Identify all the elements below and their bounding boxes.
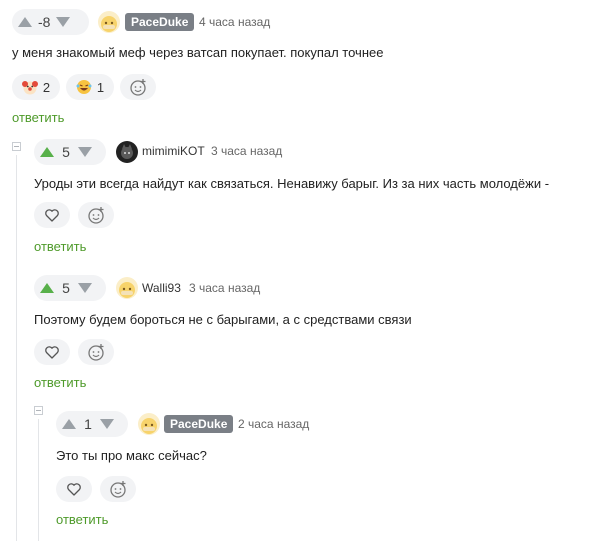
rating-value: 1 <box>84 416 92 432</box>
timestamp: 4 часа назад <box>199 15 271 29</box>
arrow-up-icon <box>18 17 32 27</box>
comment-text: Это ты про макс сейчас? <box>56 448 207 463</box>
add-reaction-button[interactable] <box>78 202 114 228</box>
add-reaction-button[interactable] <box>120 74 156 100</box>
comment-text: у меня знакомый меф через ватсап покупае… <box>12 45 384 60</box>
add-emoji-icon <box>110 481 126 498</box>
vote-control: -8 <box>12 9 89 35</box>
add-emoji-icon <box>88 207 104 224</box>
thread-line <box>16 155 17 541</box>
reply-link[interactable]: ответить <box>56 512 108 527</box>
rating-value: -8 <box>38 14 51 30</box>
clown-face-icon <box>21 81 38 95</box>
shy-face-avatar-icon <box>119 282 135 298</box>
upvote-button[interactable] <box>56 411 82 437</box>
avatar[interactable] <box>116 141 138 163</box>
add-emoji-icon <box>88 344 104 361</box>
author-name[interactable]: mimimiKOT <box>142 144 205 158</box>
reply-link[interactable]: ответить <box>34 375 86 390</box>
arrow-up-icon <box>62 419 76 429</box>
arrow-down-icon <box>100 419 114 429</box>
arrow-up-icon <box>40 283 54 293</box>
author-name[interactable]: PaceDuke <box>125 13 195 31</box>
upvote-button[interactable] <box>34 139 60 165</box>
collapse-thread-toggle[interactable] <box>12 142 21 151</box>
thread-line <box>38 419 39 541</box>
add-reaction-button[interactable] <box>100 476 136 502</box>
like-button[interactable] <box>34 202 70 228</box>
author-name[interactable]: PaceDuke <box>164 415 234 433</box>
rating-value: 5 <box>62 144 70 160</box>
comment-text: Уроды эти всегда найдут как связаться. Н… <box>34 176 550 191</box>
author-name[interactable]: Walli93 <box>142 281 181 295</box>
avatar[interactable] <box>116 277 138 299</box>
cat-avatar-icon <box>121 144 133 159</box>
add-reaction-button[interactable] <box>78 339 114 365</box>
upvote-button[interactable] <box>34 275 60 301</box>
timestamp: 3 часа назад <box>211 144 283 158</box>
laughing-face-icon <box>76 80 92 94</box>
add-emoji-icon <box>130 79 146 96</box>
upvote-button[interactable] <box>12 9 38 35</box>
downvote-button[interactable] <box>94 411 120 437</box>
arrow-down-icon <box>56 17 71 27</box>
reaction-count: 1 <box>96 79 105 95</box>
vote-control: 1 <box>56 411 128 437</box>
avatar[interactable] <box>98 11 120 33</box>
vote-control: 5 <box>34 275 106 301</box>
shy-face-avatar-icon <box>101 16 117 32</box>
comment-text: Поэтому будем бороться не с барыгами, а … <box>34 312 412 327</box>
downvote-button[interactable] <box>72 275 98 301</box>
reaction-clown[interactable]: 2 <box>12 74 60 100</box>
reaction-count: 2 <box>42 79 51 95</box>
like-button[interactable] <box>56 476 92 502</box>
heart-icon <box>67 483 81 496</box>
downvote-button[interactable] <box>50 9 76 35</box>
timestamp: 3 часа назад <box>189 281 261 295</box>
arrow-up-icon <box>40 147 54 157</box>
arrow-down-icon <box>78 283 92 293</box>
rating-value: 5 <box>62 280 70 296</box>
collapse-thread-toggle[interactable] <box>34 406 43 415</box>
like-button[interactable] <box>34 339 70 365</box>
reply-link[interactable]: ответить <box>12 110 64 125</box>
reply-link[interactable]: ответить <box>34 239 86 254</box>
heart-icon <box>45 209 59 222</box>
arrow-down-icon <box>78 147 92 157</box>
avatar[interactable] <box>138 413 160 435</box>
reaction-laughing[interactable]: 1 <box>66 74 114 100</box>
timestamp: 2 часа назад <box>238 417 310 431</box>
downvote-button[interactable] <box>72 139 98 165</box>
vote-control: 5 <box>34 139 106 165</box>
shy-face-avatar-icon <box>141 418 157 434</box>
heart-icon <box>45 346 59 359</box>
